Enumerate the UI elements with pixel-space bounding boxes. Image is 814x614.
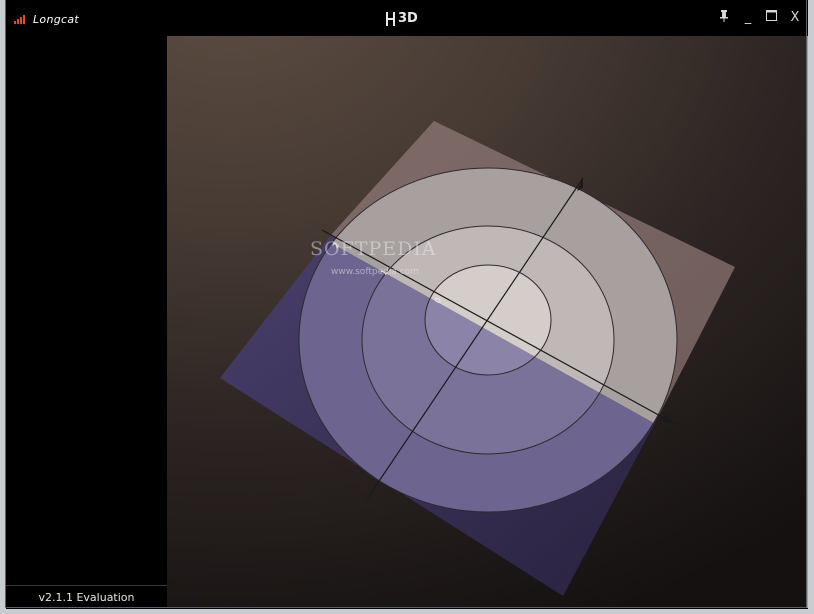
watermark: SOFTPEDIA (310, 238, 437, 260)
close-icon: X (790, 10, 800, 25)
watermark-url: www.softpedia.com (331, 267, 419, 277)
3d-viewport[interactable]: 2 1 0 (167, 36, 807, 608)
title-bar[interactable]: Longcat 3D _ X (0, 0, 814, 36)
3d-scene[interactable]: 2 1 0 (167, 36, 807, 608)
minimize-icon: _ (744, 10, 752, 25)
brand-name: Longcat (33, 12, 80, 26)
maximize-icon (765, 10, 777, 21)
h3d-window: Longcat 3D _ X v2.1.1 Evaluation 2 1 0 S… (0, 0, 814, 614)
longcat-logo-icon (14, 15, 25, 24)
viewport-edge (806, 36, 808, 608)
close-button[interactable]: X (787, 10, 803, 26)
minimize-button[interactable]: _ (740, 10, 756, 26)
axis-diagonal-arrow (663, 414, 675, 424)
maximize-button[interactable] (763, 10, 779, 26)
version-label: v2.1.1 Evaluation (6, 585, 167, 609)
pin-icon (720, 10, 728, 22)
pin-button[interactable] (716, 10, 732, 26)
app-title: 3D (386, 11, 418, 26)
brand-logo: Longcat (14, 11, 79, 27)
app-title-text: 3D (398, 11, 418, 26)
left-panel (6, 36, 166, 608)
h3d-logo-icon (386, 11, 395, 26)
